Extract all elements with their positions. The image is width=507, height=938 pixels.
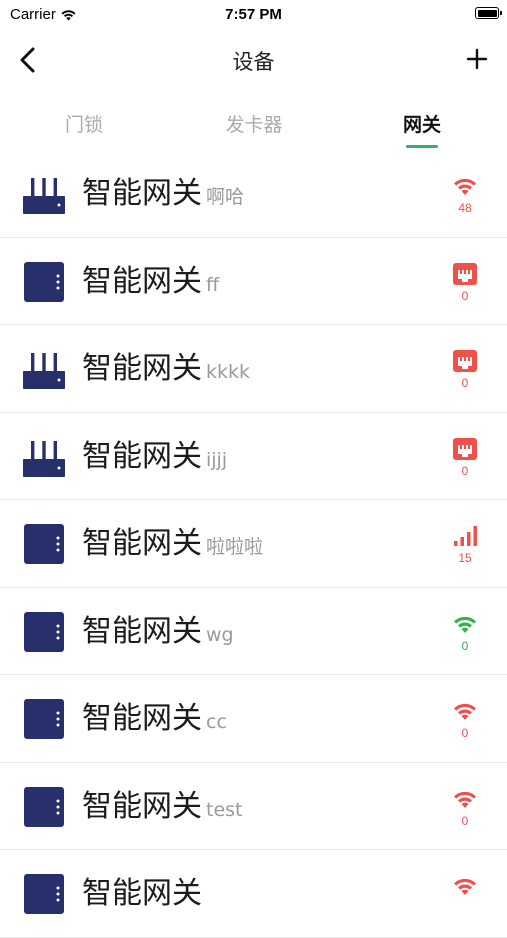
router-icon: [22, 172, 66, 216]
device-name: 智能网关: [82, 351, 202, 386]
device-alias: ijjj: [206, 448, 228, 471]
device-name: 智能网关: [82, 438, 202, 474]
device-name: 智能网关: [82, 788, 202, 824]
battery-icon: [475, 7, 502, 19]
device-name: 智能网关: [82, 526, 202, 561]
device-name: 智能网关: [82, 613, 202, 649]
device-name-group: 智能网关 kkkk: [82, 347, 250, 394]
add-icon[interactable]: [465, 47, 489, 71]
device-alias: kkkk: [206, 361, 251, 383]
signal-indicator: 0: [445, 612, 485, 653]
gateway-box-icon: [22, 260, 66, 304]
status-bar: Carrier 7:57 PM: [0, 0, 507, 30]
device-name-group: 智能网关 啊哈: [82, 172, 244, 219]
wifi-icon: [451, 874, 479, 898]
signal-indicator: 0: [445, 349, 485, 390]
device-row-4[interactable]: 智能网关 啦啦啦 15: [0, 500, 507, 588]
signal-value: 15: [458, 551, 472, 565]
gateway-box-icon: [22, 610, 66, 654]
device-list: 智能网关 啊哈 48 智能网关 ff 0 智能网关 kkkk 0 智能网关 ij…: [0, 150, 507, 938]
cellular-signal-icon: [451, 524, 479, 548]
device-row-5[interactable]: 智能网关 wg 0: [0, 588, 507, 675]
gateway-box-icon: [22, 522, 66, 566]
tab-active-indicator: [406, 145, 438, 148]
device-row-1[interactable]: 智能网关 ff 0: [0, 238, 507, 325]
device-row-8[interactable]: 智能网关: [0, 850, 507, 938]
gateway-box-icon: [22, 872, 66, 916]
signal-value: 0: [461, 288, 469, 303]
device-name: 智能网关: [82, 876, 202, 911]
tab-card-issuer[interactable]: 发卡器: [194, 110, 314, 137]
signal-indicator: 48: [445, 174, 485, 215]
gateway-box-icon: [22, 697, 66, 741]
signal-value: 0: [461, 376, 469, 390]
device-row-0[interactable]: 智能网关 啊哈 48: [0, 150, 507, 238]
wifi-icon: [451, 612, 479, 636]
signal-indicator: 0: [445, 787, 485, 828]
router-icon: [22, 347, 66, 391]
device-name-group: 智能网关 wg: [82, 610, 234, 657]
device-name: 智能网关: [82, 176, 202, 211]
ethernet-icon: [451, 349, 479, 373]
signal-value: 0: [461, 726, 469, 740]
device-name: 智能网关: [82, 263, 202, 299]
device-row-6[interactable]: 智能网关 cc 0: [0, 675, 507, 763]
signal-indicator: 0: [445, 699, 485, 740]
device-name-group: 智能网关 啦啦啦: [82, 522, 263, 569]
signal-value: 48: [458, 201, 472, 215]
status-time: 7:57 PM: [225, 6, 282, 23]
tab-bar: 门锁 发卡器 网关: [0, 100, 507, 154]
page-title: 设备: [232, 50, 275, 74]
navigation-bar: 设备: [0, 30, 507, 92]
device-name-group: 智能网关 cc: [82, 697, 227, 744]
wifi-icon: [451, 174, 479, 198]
tab-gateway[interactable]: 网关: [362, 110, 482, 137]
signal-value: 0: [461, 638, 469, 653]
device-alias: ff: [206, 273, 220, 296]
device-row-7[interactable]: 智能网关 test 0: [0, 763, 507, 850]
wifi-icon: [451, 787, 479, 811]
signal-indicator: [445, 874, 485, 901]
signal-indicator: 15: [445, 524, 485, 565]
device-row-2[interactable]: 智能网关 kkkk 0: [0, 325, 507, 413]
ethernet-icon: [451, 262, 479, 286]
device-alias: test: [206, 798, 243, 821]
device-alias: wg: [206, 623, 234, 646]
tab-door-lock[interactable]: 门锁: [24, 110, 144, 137]
signal-indicator: 0: [445, 262, 485, 303]
device-name: 智能网关: [82, 701, 202, 736]
ethernet-icon: [451, 437, 479, 461]
signal-value: 0: [461, 463, 469, 478]
device-name-group: 智能网关 test: [82, 785, 243, 832]
router-icon: [22, 435, 66, 479]
device-name-group: 智能网关 ijjj: [82, 435, 227, 482]
signal-value: 0: [461, 813, 469, 828]
device-alias: cc: [206, 711, 227, 733]
gateway-box-icon: [22, 785, 66, 829]
device-name-group: 智能网关: [82, 872, 206, 919]
wifi-icon: [451, 699, 479, 723]
device-name-group: 智能网关 ff: [82, 260, 219, 307]
device-row-3[interactable]: 智能网关 ijjj 0: [0, 413, 507, 500]
device-alias: 啊哈: [206, 186, 245, 208]
device-alias: 啦啦啦: [206, 536, 264, 558]
signal-indicator: 0: [445, 437, 485, 478]
